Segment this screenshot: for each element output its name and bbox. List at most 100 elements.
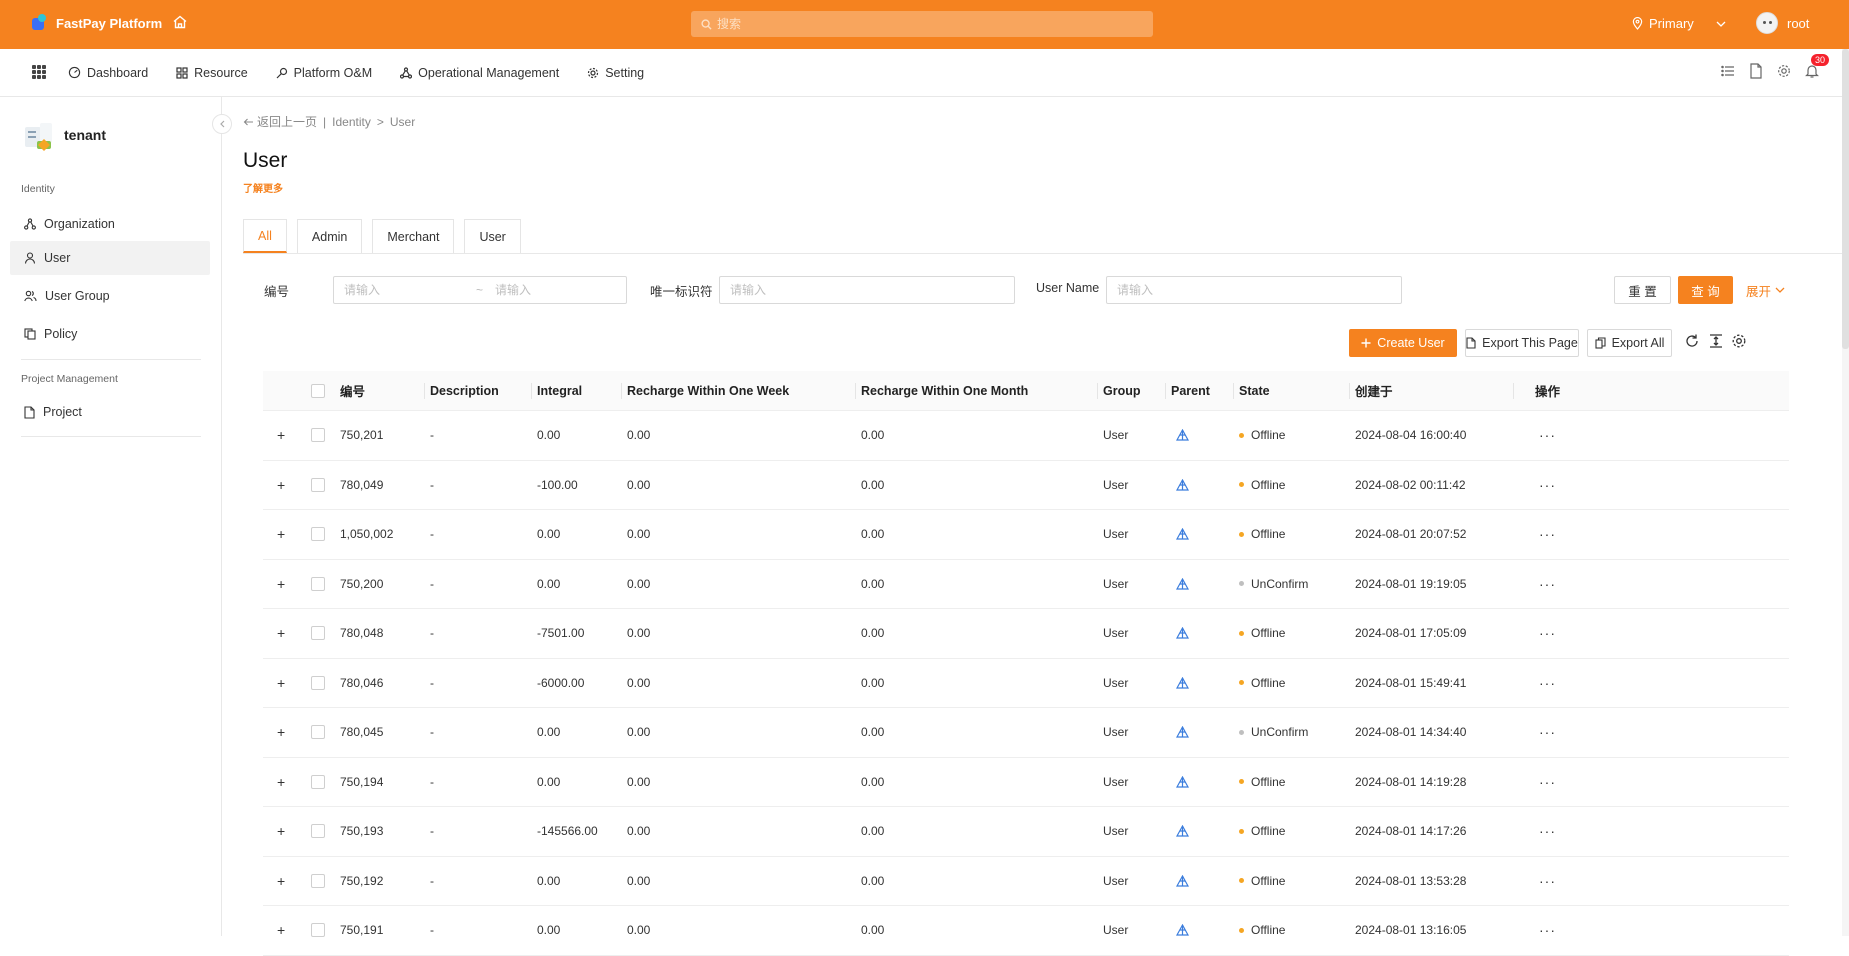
- sidebar-item-organization[interactable]: Organization: [10, 207, 210, 241]
- apps-grid-icon[interactable]: [32, 65, 46, 79]
- col-id[interactable]: 编号: [340, 371, 365, 410]
- expand-row-icon[interactable]: +: [277, 774, 285, 790]
- parent-tree-icon[interactable]: [1176, 874, 1189, 887]
- nav-item-platform-om[interactable]: Platform O&M: [276, 66, 372, 80]
- export-all-button[interactable]: Export All: [1587, 329, 1672, 357]
- row-checkbox[interactable]: [311, 576, 325, 591]
- select-all-checkbox[interactable]: [311, 383, 325, 398]
- nav-item-dashboard[interactable]: Dashboard: [68, 66, 148, 80]
- row-checkbox[interactable]: [311, 477, 325, 492]
- username-input[interactable]: [1117, 283, 1401, 297]
- table-row[interactable]: +780,049 - -100.00 0.00 0.00 User Offline 2024-…: [263, 461, 1789, 510]
- table-row[interactable]: +750,200 - 0.00 0.00 0.00 User UnConfirm 2024-0…: [263, 560, 1789, 609]
- username-field[interactable]: [1106, 276, 1402, 304]
- parent-tree-icon[interactable]: [1176, 429, 1189, 441]
- more-actions-icon[interactable]: ···: [1539, 427, 1556, 443]
- nav-item-operational-management[interactable]: Operational Management: [400, 66, 559, 80]
- parent-tree-icon[interactable]: [1176, 627, 1189, 639]
- settings-icon[interactable]: [1777, 63, 1791, 79]
- uid-field[interactable]: [719, 276, 1015, 304]
- col-group[interactable]: Group: [1103, 371, 1141, 410]
- tab-merchant[interactable]: Merchant: [372, 219, 455, 253]
- id-range-field[interactable]: ~: [333, 276, 627, 304]
- more-actions-icon[interactable]: ···: [1539, 576, 1556, 592]
- refresh-icon[interactable]: [1684, 333, 1700, 349]
- table-row[interactable]: +750,192 - 0.00 0.00 0.00 User Offline 2024-08-…: [263, 857, 1789, 906]
- col-state[interactable]: State: [1239, 371, 1270, 410]
- table-settings-icon[interactable]: [1731, 333, 1747, 349]
- col-description[interactable]: Description: [430, 371, 499, 410]
- col-recharge-week[interactable]: Recharge Within One Week: [627, 371, 789, 410]
- row-checkbox[interactable]: [311, 774, 325, 789]
- more-actions-icon[interactable]: ···: [1539, 724, 1556, 740]
- parent-tree-icon[interactable]: [1176, 924, 1189, 936]
- expand-filters-link[interactable]: 展开: [1746, 281, 1785, 300]
- table-row[interactable]: +750,201 - 0.00 0.00 0.00 User Offline 2024-08-…: [263, 411, 1789, 461]
- reset-button[interactable]: 重 置: [1614, 276, 1671, 304]
- tab-admin[interactable]: Admin: [296, 219, 363, 253]
- sidebar-item-project[interactable]: Project: [10, 395, 210, 429]
- sidebar-item-user-group[interactable]: User Group: [10, 279, 210, 313]
- back-link[interactable]: 返回上一页: [243, 113, 317, 130]
- table-row[interactable]: +780,045 - 0.00 0.00 0.00 User UnConfirm 2024-0…: [263, 708, 1789, 758]
- notification-bell[interactable]: 30: [1805, 54, 1830, 79]
- create-user-button[interactable]: Create User: [1349, 329, 1457, 357]
- more-actions-icon[interactable]: ···: [1539, 477, 1556, 493]
- more-actions-icon[interactable]: ···: [1539, 873, 1556, 889]
- search-input[interactable]: [717, 17, 1117, 31]
- table-row[interactable]: +750,193 - -145566.00 0.00 0.00 User Offline 20…: [263, 807, 1789, 857]
- row-checkbox[interactable]: [311, 824, 325, 839]
- search-box[interactable]: [691, 11, 1153, 37]
- tab-user[interactable]: User: [464, 219, 521, 253]
- list-icon[interactable]: [1721, 63, 1735, 79]
- learn-more-link[interactable]: 了解更多: [243, 180, 283, 195]
- tab-all[interactable]: All: [243, 219, 287, 253]
- row-checkbox[interactable]: [311, 428, 325, 443]
- col-parent[interactable]: Parent: [1171, 371, 1210, 410]
- sidebar-item-policy[interactable]: Policy: [10, 317, 210, 351]
- more-actions-icon[interactable]: ···: [1539, 526, 1556, 542]
- expand-row-icon[interactable]: +: [277, 427, 285, 443]
- brand[interactable]: FastPay Platform: [30, 14, 162, 32]
- more-actions-icon[interactable]: ···: [1539, 774, 1556, 790]
- expand-row-icon[interactable]: +: [277, 526, 285, 542]
- user-menu[interactable]: root: [1756, 12, 1809, 34]
- row-checkbox[interactable]: [311, 527, 325, 542]
- row-checkbox[interactable]: [311, 675, 325, 690]
- more-actions-icon[interactable]: ···: [1539, 675, 1556, 691]
- expand-row-icon[interactable]: +: [277, 724, 285, 740]
- scrollbar-thumb[interactable]: [1842, 49, 1849, 349]
- row-checkbox[interactable]: [311, 873, 325, 888]
- col-created-at[interactable]: 创建于: [1355, 371, 1393, 410]
- parent-tree-icon[interactable]: [1176, 726, 1189, 738]
- export-page-button[interactable]: Export This Page: [1465, 329, 1579, 357]
- table-row[interactable]: +780,048 - -7501.00 0.00 0.00 User Offline 2024…: [263, 609, 1789, 659]
- sidebar-item-user[interactable]: User: [10, 241, 210, 275]
- row-checkbox[interactable]: [311, 626, 325, 641]
- row-checkbox[interactable]: [311, 923, 325, 938]
- parent-tree-icon[interactable]: [1176, 478, 1189, 491]
- parent-tree-icon[interactable]: [1176, 528, 1189, 540]
- breadcrumb-identity[interactable]: Identity: [332, 115, 371, 129]
- parent-tree-icon[interactable]: [1176, 825, 1189, 837]
- environment-selector[interactable]: Primary: [1632, 16, 1726, 31]
- id-to-input[interactable]: [495, 283, 616, 297]
- table-row[interactable]: +1,050,002 - 0.00 0.00 0.00 User Offline 2024-0…: [263, 510, 1789, 560]
- parent-tree-icon[interactable]: [1176, 577, 1189, 590]
- expand-row-icon[interactable]: +: [277, 823, 285, 839]
- expand-row-icon[interactable]: +: [277, 477, 285, 493]
- table-row[interactable]: +750,191 - 0.00 0.00 0.00 User Offline 2024-08-…: [263, 906, 1789, 956]
- column-height-icon[interactable]: [1708, 333, 1724, 349]
- row-checkbox[interactable]: [311, 725, 325, 740]
- table-row[interactable]: +780,046 - -6000.00 0.00 0.00 User Offline 2024…: [263, 659, 1789, 708]
- parent-tree-icon[interactable]: [1176, 676, 1189, 689]
- table-row[interactable]: +750,194 - 0.00 0.00 0.00 User Offline 2024-08-…: [263, 758, 1789, 807]
- document-icon[interactable]: [1749, 63, 1763, 79]
- expand-row-icon[interactable]: +: [277, 873, 285, 889]
- parent-tree-icon[interactable]: [1176, 775, 1189, 788]
- home-icon[interactable]: [172, 14, 188, 30]
- col-recharge-month[interactable]: Recharge Within One Month: [861, 371, 1028, 410]
- uid-input[interactable]: [730, 283, 1014, 297]
- expand-row-icon[interactable]: +: [277, 675, 285, 691]
- more-actions-icon[interactable]: ···: [1539, 625, 1556, 641]
